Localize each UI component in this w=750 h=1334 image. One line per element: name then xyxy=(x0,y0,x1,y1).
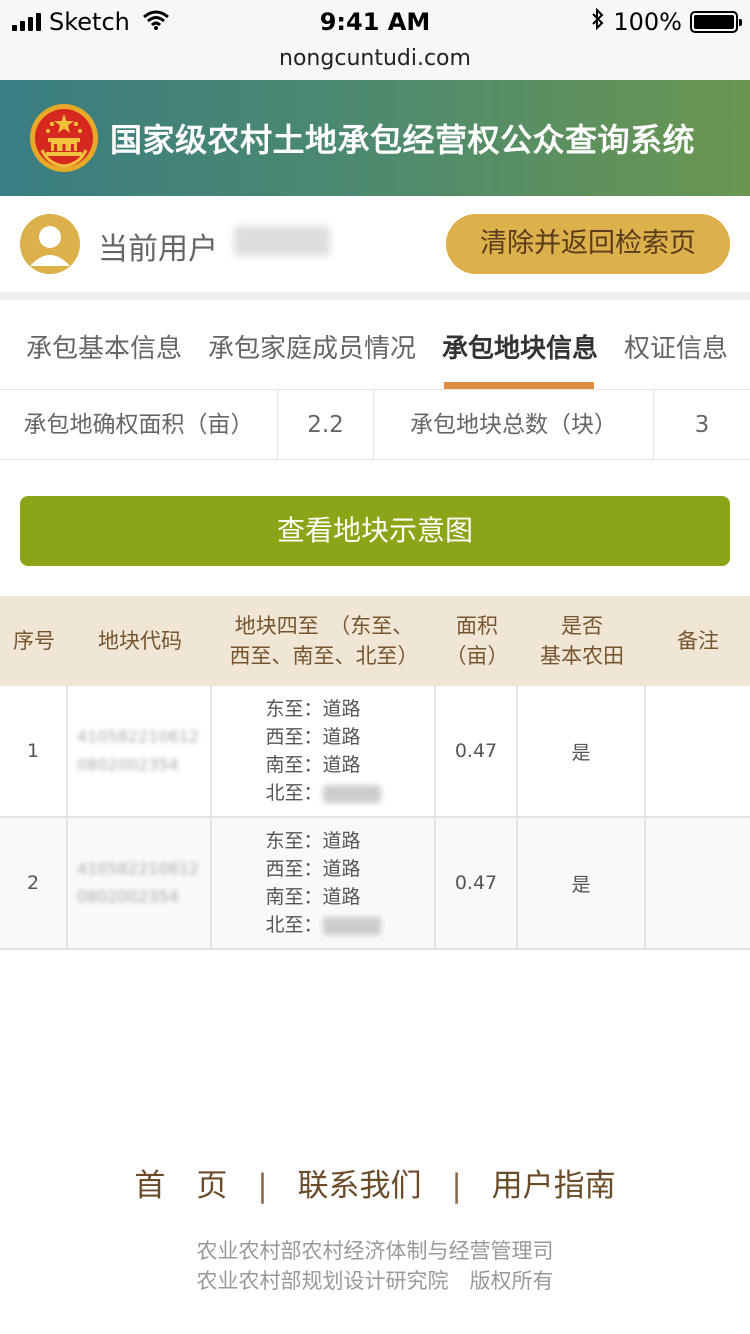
footer-separator: | xyxy=(257,1168,268,1204)
header-basic-farmland: 是否 基本农田 xyxy=(518,596,646,686)
row-basic-farmland: 是 xyxy=(518,686,646,816)
boundary-north-label: 北至： xyxy=(265,782,323,804)
tab-family-members[interactable]: 承包家庭成员情况 xyxy=(208,328,416,365)
battery-level xyxy=(694,15,734,29)
plot-code-value: 4105822106120802002354 xyxy=(77,727,200,774)
site-title: 国家级农村土地承包经营权公众查询系统 xyxy=(110,121,696,159)
bluetooth-icon xyxy=(591,7,605,36)
header-boundaries: 地块四至 （东至、 西至、南至、北至） xyxy=(212,596,436,686)
boundary-east: 东至：道路 xyxy=(265,830,361,852)
table-header: 序号 地块代码 地块四至 （东至、 西至、南至、北至） 面积 （亩） 是否 基本… xyxy=(0,596,750,686)
row-remark xyxy=(646,686,750,816)
boundary-south: 南至：道路 xyxy=(265,754,361,776)
boundary-north-name xyxy=(322,784,381,803)
boundary-north: 北至： xyxy=(265,779,381,807)
row-index: 1 xyxy=(0,686,68,816)
area-label: 承包地确权面积（亩） xyxy=(0,390,278,460)
header-basic-line1: 是否 xyxy=(561,614,603,638)
boundary-north: 北至： xyxy=(265,911,381,939)
boundary-west: 西至：道路 xyxy=(265,726,361,748)
header-area-line2: （亩） xyxy=(445,644,509,668)
row-boundaries: 东至：道路 西至：道路 南至：道路 北至： xyxy=(212,818,436,948)
current-user-name xyxy=(234,226,330,256)
active-tab-indicator xyxy=(444,382,594,389)
row-remark xyxy=(646,818,750,948)
row-area: 0.47 xyxy=(436,818,518,948)
copyright-line-1: 农业农村部农村经济体制与经营管理司 xyxy=(196,1239,554,1263)
header-boundaries-line2: 西至、南至、北至） xyxy=(229,644,419,668)
footer-copyright: 农业农村部农村经济体制与经营管理司 农业农村部规划设计研究院 版权所有 xyxy=(0,1236,750,1296)
table-row: 1 4105822106120802002354 东至：道路 西至：道路 南至：… xyxy=(0,686,750,818)
url-bar[interactable]: nongcuntudi.com xyxy=(0,44,750,80)
row-boundaries: 东至：道路 西至：道路 南至：道路 北至： xyxy=(212,686,436,816)
tab-bar: 承包基本信息 承包家庭成员情况 承包地块信息 权证信息 xyxy=(0,300,750,390)
header-area-line1: 面积 xyxy=(456,614,498,638)
boundary-north-label: 北至： xyxy=(265,914,323,936)
boundary-west: 西至：道路 xyxy=(265,858,361,880)
plot-code-value: 4105822106120802002354 xyxy=(77,859,200,906)
boundary-south: 南至：道路 xyxy=(265,886,361,908)
header-index: 序号 xyxy=(13,629,55,653)
row-plot-code: 4105822106120802002354 xyxy=(68,686,212,816)
tab-plot-info[interactable]: 承包地块信息 xyxy=(442,328,598,365)
national-emblem-icon xyxy=(28,102,100,174)
boundary-north-name xyxy=(322,916,381,935)
header-area: 面积 （亩） xyxy=(436,596,518,686)
tab-certificate-info[interactable]: 权证信息 xyxy=(624,328,728,365)
user-avatar-icon xyxy=(20,214,80,274)
footer-link-home[interactable]: 首 页 xyxy=(134,1160,227,1205)
plot-summary: 承包地确权面积（亩） 2.2 承包地块总数（块） 3 xyxy=(0,390,750,460)
status-bar: Sketch 9:41 AM 100% xyxy=(0,0,750,44)
site-header: 国家级农村土地承包经营权公众查询系统 xyxy=(0,80,750,196)
plot-count-label: 承包地块总数（块） xyxy=(374,390,654,460)
row-plot-code: 4105822106120802002354 xyxy=(68,818,212,948)
status-right: 100% xyxy=(591,7,742,36)
battery-percent: 100% xyxy=(613,8,682,36)
view-plot-map-button[interactable]: 查看地块示意图 xyxy=(20,496,730,566)
header-remark: 备注 xyxy=(677,629,719,653)
footer-link-guide[interactable]: 用户指南 xyxy=(492,1160,616,1205)
section-divider xyxy=(0,292,750,300)
header-boundaries-line1: 地块四至 （东至、 xyxy=(234,614,414,638)
tab-basic-info[interactable]: 承包基本信息 xyxy=(26,328,182,365)
boundary-east: 东至：道路 xyxy=(265,698,361,720)
row-basic-farmland: 是 xyxy=(518,818,646,948)
table-row: 2 4105822106120802002354 东至：道路 西至：道路 南至：… xyxy=(0,818,750,950)
header-basic-line2: 基本农田 xyxy=(540,644,624,668)
user-row: 当前用户 清除并返回检索页 xyxy=(0,196,750,292)
footer-nav: 首 页 | 联系我们 | 用户指南 xyxy=(0,1160,750,1205)
row-area: 0.47 xyxy=(436,686,518,816)
footer-link-contact[interactable]: 联系我们 xyxy=(298,1160,422,1205)
copyright-line-2: 农业农村部规划设计研究院 版权所有 xyxy=(196,1269,554,1293)
clear-and-return-button[interactable]: 清除并返回检索页 xyxy=(446,214,730,274)
footer-separator: | xyxy=(451,1168,462,1204)
header-plot-code: 地块代码 xyxy=(98,629,182,653)
area-value: 2.2 xyxy=(278,390,374,460)
row-index: 2 xyxy=(0,818,68,948)
plot-count-value: 3 xyxy=(694,412,710,438)
battery-icon xyxy=(690,11,742,33)
current-user-label: 当前用户 xyxy=(98,232,218,267)
